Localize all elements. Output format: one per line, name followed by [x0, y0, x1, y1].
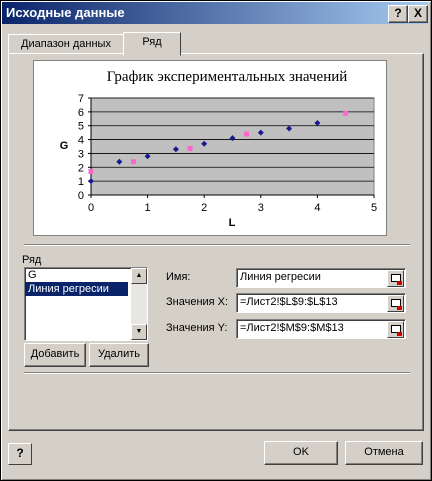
delete-series-button[interactable]: Удалить [89, 343, 149, 367]
data-point [343, 110, 349, 116]
x-tick-label: 1 [145, 202, 151, 214]
y-tick-label: 6 [78, 107, 84, 119]
x-tick-label: 4 [314, 202, 320, 214]
range-select-icon[interactable] [387, 270, 404, 287]
window-title: Исходные данные [6, 5, 125, 20]
separator-top [24, 244, 410, 246]
y-values-label: Значения Y: [166, 322, 228, 334]
close-button[interactable]: X [408, 5, 428, 23]
y-values-field[interactable]: =Лист2!$M$9:$M$13 [236, 319, 406, 339]
help-button[interactable]: ? [8, 443, 32, 465]
title-bar[interactable]: Исходные данные ? X [2, 2, 428, 24]
x-values-field[interactable]: =Лист2!$L$9:$L$13 [236, 293, 406, 313]
chart-preview: График экспериментальных значений G L 0 1… [33, 60, 387, 236]
y-values-value: =Лист2!$M$9:$M$13 [240, 322, 344, 334]
data-point [130, 159, 136, 165]
plot-area [90, 97, 375, 196]
data-point [244, 131, 250, 137]
x-values-label: Значения X: [166, 296, 229, 308]
chart-title: График экспериментальных значений [107, 69, 348, 85]
y-tick-label: 2 [78, 162, 84, 174]
list-item[interactable]: G [25, 268, 147, 282]
list-item-selected[interactable]: Линия регресии [25, 282, 128, 296]
add-series-button[interactable]: Добавить [24, 343, 86, 367]
help-title-button[interactable]: ? [388, 5, 408, 23]
x-axis-label: L [229, 217, 236, 229]
x-tick-label: 5 [371, 202, 377, 214]
data-point [187, 146, 193, 152]
y-tick-label: 3 [78, 148, 84, 160]
name-field-value: Линия регресии [240, 271, 321, 283]
y-tick-label: 1 [78, 176, 84, 188]
y-tick-label: 5 [78, 121, 84, 133]
data-point [88, 168, 94, 174]
y-tick-label: 7 [78, 93, 84, 105]
cancel-button[interactable]: Отмена [345, 441, 423, 465]
x-tick-label: 0 [88, 202, 94, 214]
ok-button[interactable]: OK [264, 441, 338, 465]
x-tick-label: 2 [201, 202, 207, 214]
scroll-up-icon[interactable]: ▲ [131, 268, 147, 284]
y-tick-label: 0 [78, 190, 84, 202]
scroll-down-icon[interactable]: ▼ [131, 324, 147, 340]
name-field-label: Имя: [166, 271, 191, 283]
separator-bottom [24, 372, 410, 374]
scatter-chart: График экспериментальных значений G L 0 1… [60, 69, 377, 229]
series-group-label: Ряд [22, 254, 42, 266]
x-values-value: =Лист2!$L$9:$L$13 [240, 296, 338, 308]
range-select-icon[interactable] [387, 321, 404, 338]
tab-series-label: Ряд [142, 36, 162, 48]
list-scrollbar[interactable]: ▲ ▼ [131, 268, 147, 340]
tab-series[interactable]: Ряд [123, 32, 181, 56]
name-field[interactable]: Линия регресии [236, 268, 406, 288]
y-tick-label: 4 [78, 135, 84, 147]
help-icon: ? [16, 446, 24, 460]
range-select-icon[interactable] [387, 295, 404, 312]
x-tick-label: 3 [258, 202, 264, 214]
series-listbox[interactable]: G Линия регресии ▲ ▼ [24, 267, 148, 341]
y-axis-label: G [60, 140, 69, 152]
